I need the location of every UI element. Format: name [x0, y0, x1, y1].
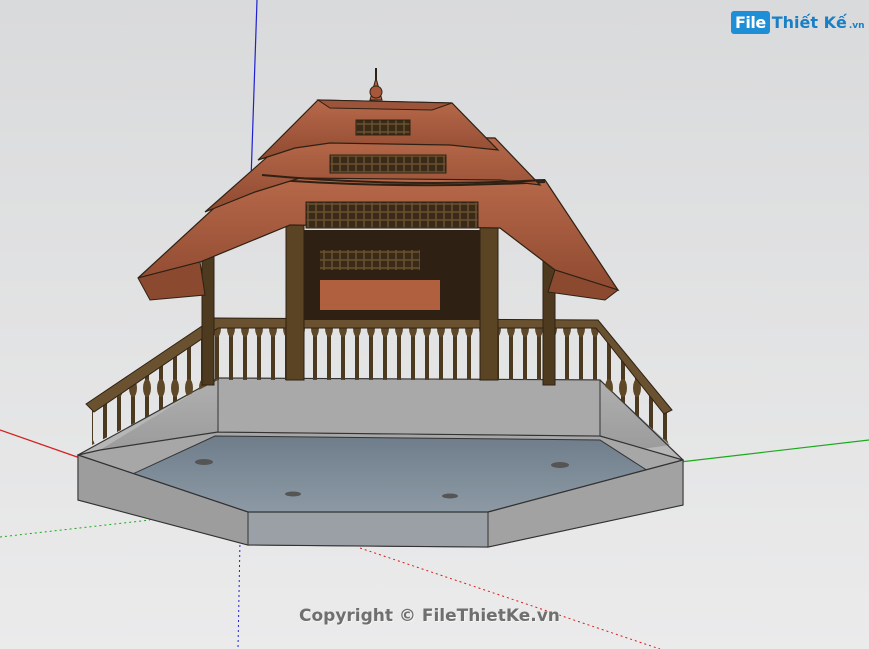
3d-viewport[interactable]: File Thiết Kế .vn Copyright © FileThietK…: [0, 0, 869, 649]
logo-part-thietke: Thiết Kế: [771, 13, 847, 32]
copyright-watermark: Copyright © FileThietKe.vn: [299, 606, 560, 626]
filethietke-logo: File Thiết Kế .vn: [731, 11, 865, 34]
logo-part-file: File: [731, 11, 770, 34]
gazebo-model-render: [0, 0, 869, 649]
logo-part-vn: .vn: [848, 20, 865, 31]
